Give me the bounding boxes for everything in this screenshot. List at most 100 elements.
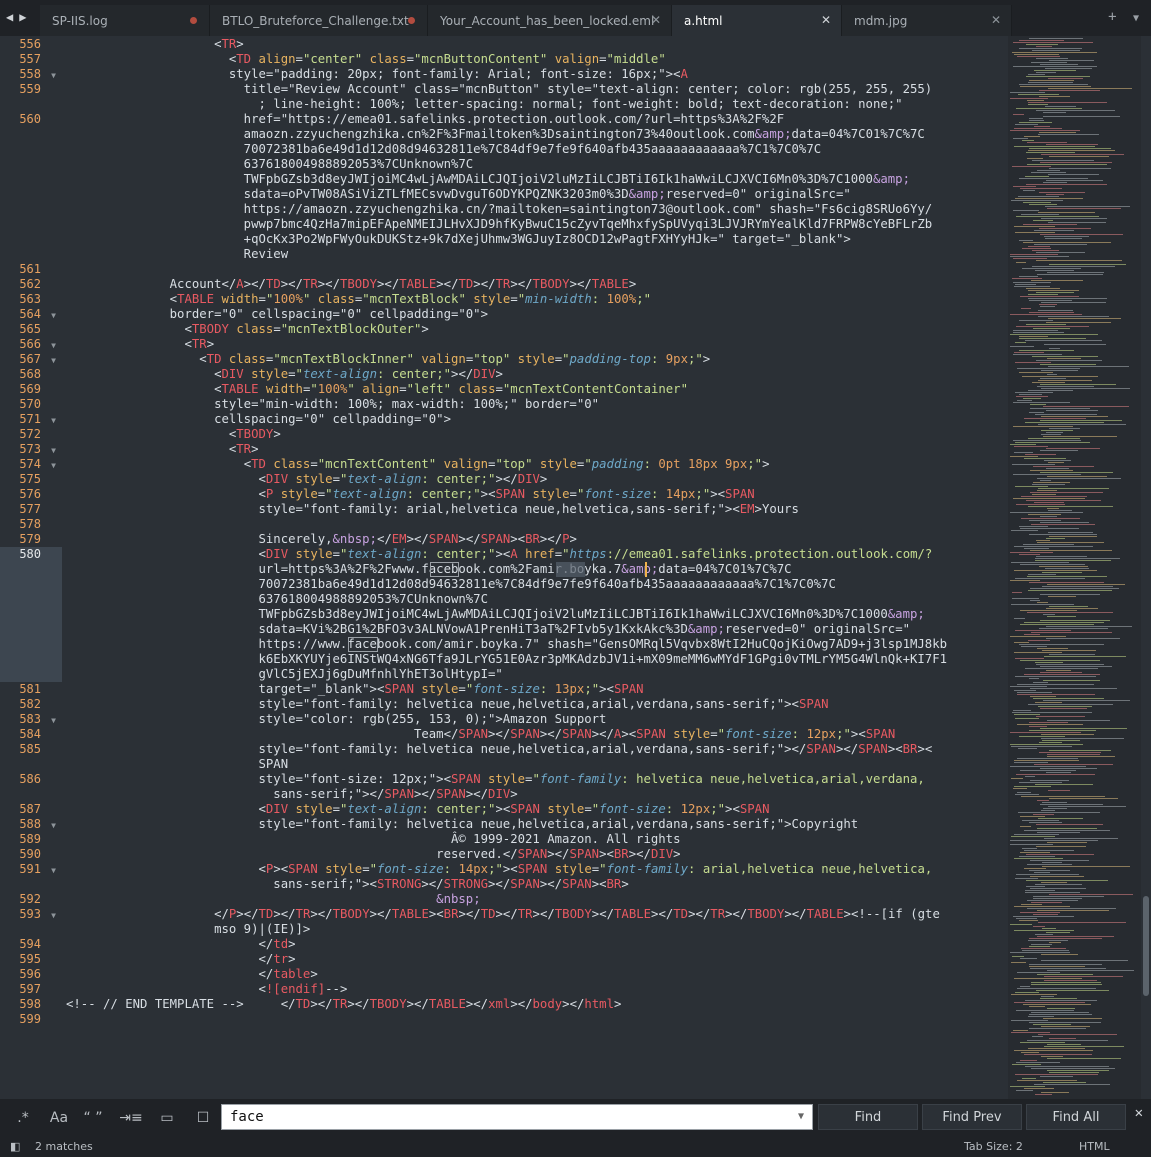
new-tab-icon[interactable]: + xyxy=(1108,9,1116,25)
fold-arrow-icon[interactable]: ▼ xyxy=(51,338,56,353)
unsaved-dot-icon[interactable] xyxy=(408,17,415,24)
code-line[interactable]: TWFpbGZsb3d8eyJWIjoiMC4wLjAwMDAiLCJQIjoi… xyxy=(66,607,924,622)
highlight-matches-toggle-icon[interactable]: ☐ xyxy=(190,1105,216,1131)
code-line[interactable]: <TABLE width="100%" class="mcnTextBlock"… xyxy=(66,292,651,307)
code-line[interactable]: <TR> xyxy=(66,37,244,52)
code-line[interactable]: </td> xyxy=(66,937,296,952)
whole-word-toggle-icon[interactable]: “ ” xyxy=(80,1105,106,1131)
fold-arrow-icon[interactable]: ▼ xyxy=(51,458,56,473)
tab-0[interactable]: SP-IIS.log xyxy=(40,5,210,36)
code-line[interactable]: ; line-height: 100%; letter-spacing: nor… xyxy=(66,97,902,112)
code-line[interactable]: k6EbXKYUYje6INStWQ4xNG6Tfa9JLrYG51E0Azr3… xyxy=(66,652,947,667)
tab-scroll-arrows-icon[interactable]: ◀▶ xyxy=(6,10,32,24)
find-prev-button[interactable]: Find Prev xyxy=(922,1104,1022,1130)
fold-arrow-icon[interactable]: ▼ xyxy=(51,413,56,428)
code-line[interactable]: amaozn.zzyuchengzhika.cn%2F%3Fmailtoken%… xyxy=(66,127,925,142)
code-line[interactable]: sdata=oPvTW08ASiViZTLfMECsvwDvguT6ODYKPQ… xyxy=(66,187,851,202)
panel-toggle-icon[interactable]: ◧ xyxy=(10,1140,20,1153)
code-line[interactable]: </tr> xyxy=(66,952,296,967)
code-line[interactable]: sdata=KVi%2BG1%2BFO3v3ALNVowA1PrenHiT3aT… xyxy=(66,622,910,637)
minimap[interactable] xyxy=(1008,36,1141,1099)
code-line[interactable]: https://amaozn.zzyuchengzhika.cn/?mailto… xyxy=(66,202,933,217)
code-line[interactable]: <![endif]--> xyxy=(66,982,348,997)
code-line[interactable]: Account</A></TD></TR></TBODY></TABLE></T… xyxy=(66,277,637,292)
code-line[interactable]: style="font-family: arial,helvetica neue… xyxy=(66,502,798,517)
code-editor[interactable]: 556 557 558 ▼ 559 560 561 562 563 564 ▼ 565 566 ▼ 567 ▼… xyxy=(0,36,1008,1099)
code-line[interactable]: Sincerely,&nbsp;</EM></SPAN></SPAN><BR><… xyxy=(66,532,576,547)
code-line[interactable]: pwwp7bmc4QzHa7mipEFApeNMEIJLHvXJD9hfKyBw… xyxy=(66,217,933,232)
code-line[interactable]: <P><SPAN style="font-size: 14px;"><SPAN … xyxy=(66,862,933,877)
code-line[interactable]: style="min-width: 100%; max-width: 100%;… xyxy=(66,397,599,412)
fold-arrow-icon[interactable]: ▼ xyxy=(51,818,56,833)
fold-arrow-icon[interactable]: ▼ xyxy=(51,308,56,323)
fold-arrow-icon[interactable]: ▼ xyxy=(51,353,56,368)
code-line[interactable]: target="_blank"><SPAN style="font-size: … xyxy=(66,682,643,697)
code-line[interactable]: Â© 1999-2021 Amazon. All rights xyxy=(66,832,681,847)
code-line[interactable]: +qOcKx3Po2WpFWyOukDUKStz+9k7dXejUhmw3WGJ… xyxy=(66,232,851,247)
case-sensitive-toggle-icon[interactable]: Aa xyxy=(46,1105,72,1131)
code-line[interactable]: Review xyxy=(66,247,288,262)
code-line[interactable]: <DIV style="text-align: center;"><A href… xyxy=(66,547,933,562)
code-line[interactable]: sans-serif;"><STRONG></STRONG></SPAN></S… xyxy=(66,877,628,892)
code-line[interactable]: <TABLE width="100%" align="left" class="… xyxy=(66,382,688,397)
code-line[interactable]: <!-- // END TEMPLATE --> </TD></TR></TBO… xyxy=(66,997,621,1012)
code-line[interactable]: <DIV style="text-align: center;"></DIV> xyxy=(66,472,548,487)
fold-arrow-icon[interactable]: ▼ xyxy=(51,863,56,878)
code-line[interactable]: <TR> xyxy=(66,442,259,457)
scrollbar-thumb[interactable] xyxy=(1143,896,1149,996)
code-line[interactable]: <DIV style="text-align: center;"><SPAN s… xyxy=(66,802,770,817)
code-line[interactable]: Team</SPAN></SPAN></SPAN></A><SPAN style… xyxy=(66,727,895,742)
fold-arrow-icon[interactable]: ▼ xyxy=(51,68,56,83)
find-all-button[interactable]: Find All xyxy=(1026,1104,1126,1130)
close-tab-icon[interactable]: ✕ xyxy=(821,13,831,27)
syntax-indicator[interactable]: HTML xyxy=(1079,1140,1110,1153)
code-line[interactable]: reserved.</SPAN></SPAN><BR></DIV> xyxy=(66,847,680,862)
vertical-scrollbar[interactable] xyxy=(1141,36,1151,1099)
code-line[interactable]: SPAN xyxy=(66,757,288,772)
code-line[interactable]: </P></TD></TR></TBODY></TABLE><BR></TD><… xyxy=(66,907,940,922)
in-selection-toggle-icon[interactable]: ▭ xyxy=(154,1105,180,1131)
code-line[interactable]: <TR> xyxy=(66,337,214,352)
code-line[interactable]: sans-serif;"></SPAN></SPAN></DIV> xyxy=(66,787,517,802)
fold-arrow-icon[interactable]: ▼ xyxy=(51,908,56,923)
close-tab-icon[interactable]: ✕ xyxy=(991,13,1001,27)
tab-1[interactable]: BTLO_Bruteforce_Challenge.txt xyxy=(210,5,428,36)
wrap-toggle-icon[interactable]: ⇥≡ xyxy=(118,1105,144,1131)
code-line[interactable]: 637618004988892053%7CUnknown%7C xyxy=(66,592,488,607)
code-line[interactable]: mso 9)|(IE)]> xyxy=(66,922,310,937)
code-line[interactable]: href="https://emea01.safelinks.protectio… xyxy=(66,112,784,127)
code-line[interactable]: 637618004988892053%7CUnknown%7C xyxy=(66,157,474,172)
fold-arrow-icon[interactable]: ▼ xyxy=(51,713,56,728)
code-line[interactable]: <DIV style="text-align: center;"></DIV> xyxy=(66,367,503,382)
code-line[interactable]: style="font-family: helvetica neue,helve… xyxy=(66,697,828,712)
code-line[interactable]: gVlC5jEXJj6gDuMfnhlYhET3olHtypI=" xyxy=(66,667,502,682)
code-line[interactable]: title="Review Account" class="mcnButton"… xyxy=(66,82,933,97)
find-button[interactable]: Find xyxy=(818,1104,918,1130)
code-line[interactable]: 70072381ba6e49d1d12d08d94632811e%7C84df9… xyxy=(66,142,821,157)
find-input[interactable]: face ▼ xyxy=(221,1104,813,1130)
code-line[interactable]: </table> xyxy=(66,967,318,982)
close-tab-icon[interactable]: ✕ xyxy=(651,13,661,27)
unsaved-dot-icon[interactable] xyxy=(190,17,197,24)
close-find-icon[interactable]: ✕ xyxy=(1135,1105,1143,1121)
tab-3[interactable]: a.html ✕ xyxy=(672,5,842,36)
code-line[interactable]: style="font-family: helvetica neue,helve… xyxy=(66,817,858,832)
tab-4[interactable]: mdm.jpg ✕ xyxy=(842,5,1012,36)
tab-2[interactable]: Your_Account_has_been_locked.eml ✕ xyxy=(428,5,672,36)
code-line[interactable]: style="padding: 20px; font-family: Arial… xyxy=(66,67,688,82)
code-line[interactable]: style="color: rgb(255, 153, 0);">Amazon … xyxy=(66,712,606,727)
tab-size-indicator[interactable]: Tab Size: 2 xyxy=(964,1140,1023,1153)
code-line[interactable]: https://www.facebook.com/amir.boyka.7" s… xyxy=(66,637,947,652)
tab-list-icon[interactable]: ▼ xyxy=(1133,13,1139,24)
code-line[interactable]: &nbsp; xyxy=(66,892,480,907)
find-history-dropdown-icon[interactable]: ▼ xyxy=(798,1105,804,1129)
code-line[interactable]: 70072381ba6e49d1d12d08d94632811e%7C84df9… xyxy=(66,577,835,592)
code-line[interactable]: border="0" cellspacing="0" cellpadding="… xyxy=(66,307,488,322)
fold-arrow-icon[interactable]: ▼ xyxy=(51,443,56,458)
regex-toggle-icon[interactable]: .* xyxy=(10,1105,36,1131)
code-line[interactable]: <TBODY> xyxy=(66,427,281,442)
code-line[interactable]: <P style="text-align: center;"><SPAN sty… xyxy=(66,487,755,502)
code-line[interactable]: cellspacing="0" cellpadding="0"> xyxy=(66,412,451,427)
code-line[interactable]: <TD class="mcnTextContent" valign="top" … xyxy=(66,457,770,472)
code-line[interactable]: <TBODY class="mcnTextBlockOuter"> xyxy=(66,322,428,337)
